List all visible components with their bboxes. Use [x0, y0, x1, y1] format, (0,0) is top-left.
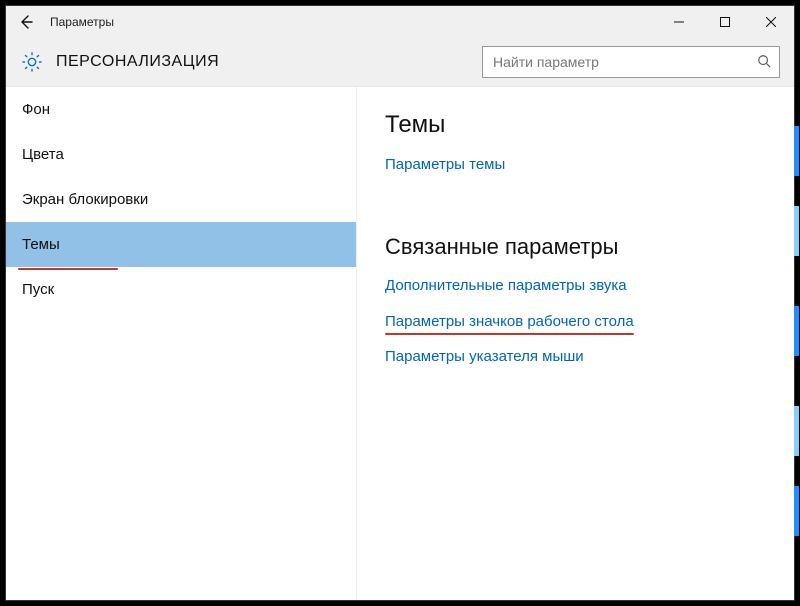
desktop-edge-accents: [794, 6, 799, 600]
sidebar-item-label: Экран блокировки: [22, 191, 148, 208]
close-button[interactable]: [748, 6, 794, 38]
maximize-button[interactable]: [702, 6, 748, 38]
maximize-icon: [720, 17, 730, 27]
search-input[interactable]: [491, 53, 757, 71]
header-row: ПЕРСОНАЛИЗАЦИЯ: [6, 38, 794, 87]
link-advanced-sound-settings[interactable]: Дополнительные параметры звука: [385, 278, 627, 293]
category-title: ПЕРСОНАЛИЗАЦИЯ: [56, 53, 219, 71]
annotation-underline-content: [385, 333, 634, 335]
sidebar-item-start[interactable]: Пуск: [6, 267, 356, 312]
sidebar-item-background[interactable]: Фон: [6, 87, 356, 132]
link-desktop-icon-settings[interactable]: Параметры значков рабочего стола: [385, 314, 634, 329]
search-box[interactable]: [482, 46, 780, 78]
content-heading-themes: Темы: [385, 111, 782, 139]
window-title: Параметры: [46, 15, 114, 29]
minimize-icon: [674, 17, 684, 27]
sidebar-item-themes[interactable]: Темы: [6, 222, 356, 267]
link-theme-settings[interactable]: Параметры темы: [385, 157, 505, 172]
body: Фон Цвета Экран блокировки Темы Пуск Т: [6, 87, 794, 600]
minimize-button[interactable]: [656, 6, 702, 38]
arrow-left-icon: [18, 14, 34, 30]
back-button[interactable]: [6, 6, 46, 38]
title-bar: Параметры: [6, 6, 794, 38]
search-icon: [757, 54, 771, 71]
content-heading-related: Связанные параметры: [385, 234, 782, 260]
sidebar: Фон Цвета Экран блокировки Темы Пуск: [6, 87, 357, 600]
sidebar-item-lockscreen[interactable]: Экран блокировки: [6, 177, 356, 222]
sidebar-item-label: Цвета: [22, 146, 64, 163]
sidebar-item-label: Фон: [22, 101, 50, 118]
sidebar-item-label: Темы: [22, 236, 60, 253]
settings-gear-icon: [20, 50, 44, 74]
sidebar-item-colors[interactable]: Цвета: [6, 132, 356, 177]
sidebar-item-label: Пуск: [22, 281, 54, 298]
gear-icon: [21, 51, 43, 73]
link-mouse-pointer-settings[interactable]: Параметры указателя мыши: [385, 349, 584, 364]
content-pane: Темы Параметры темы Связанные параметры …: [357, 87, 794, 600]
settings-window: Параметры ПЕРСОНАЛИЗАЦИЯ: [6, 6, 794, 600]
close-icon: [766, 17, 776, 27]
